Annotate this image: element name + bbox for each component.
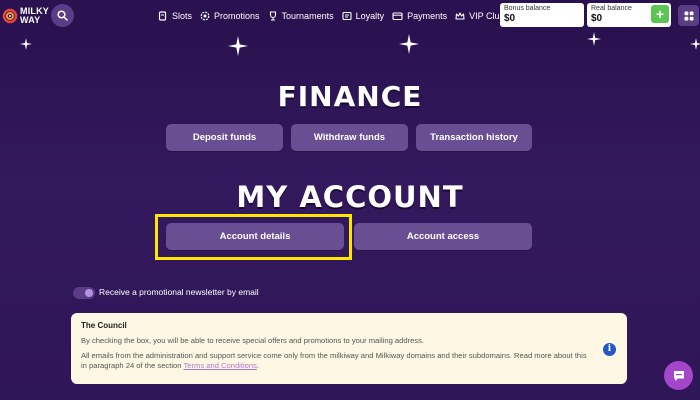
terms-link[interactable]: Terms and Conditions (183, 361, 256, 370)
notice-paragraph-2-text: All emails from the administration and s… (81, 350, 587, 371)
chat-button[interactable] (664, 361, 693, 390)
crown-icon (455, 12, 465, 20)
logo-line-2: WAY (20, 15, 41, 25)
notice-trailing: . (256, 361, 260, 370)
star-icon (228, 36, 248, 56)
main-nav: Slots Promotions Tournaments Loyalty Pay… (158, 0, 513, 32)
bonus-balance-label: Bonus balance (504, 5, 551, 12)
star-icon (690, 38, 700, 50)
star-icon (399, 34, 419, 54)
nav-slots-label: Slots (172, 11, 193, 21)
nav-tournaments-label: Tournaments (281, 11, 334, 21)
nav-payments-label: Payments (407, 11, 448, 21)
council-notice: The Council By checking the box, you wil… (71, 313, 627, 384)
notice-title: The Council (81, 321, 127, 330)
menu-grid-button[interactable] (678, 5, 699, 26)
nav-slots[interactable]: Slots (158, 11, 192, 21)
grid-icon (684, 11, 693, 20)
nav-promotions-label: Promotions (214, 11, 260, 21)
star-icon (587, 32, 601, 46)
add-funds-button[interactable]: + (651, 5, 669, 23)
nav-payments[interactable]: Payments (392, 11, 447, 21)
milky-way-logo[interactable]: MILKY WAY (2, 3, 50, 29)
notice-paragraph-1: By checking the box, you will be able to… (81, 336, 425, 345)
toggle-knob (85, 289, 93, 297)
loyalty-card-icon (342, 11, 352, 21)
my-account-title: MY ACCOUNT (236, 180, 464, 214)
newsletter-toggle[interactable] (73, 287, 95, 299)
deposit-funds-button[interactable]: Deposit funds (166, 124, 283, 151)
star-icon (20, 38, 32, 50)
withdraw-funds-button[interactable]: Withdraw funds (291, 124, 408, 151)
account-access-button[interactable]: Account access (354, 223, 532, 250)
bonus-balance-value: $0 (504, 13, 516, 24)
gear-badge-icon (200, 11, 210, 21)
nav-tournaments[interactable]: Tournaments (268, 11, 334, 21)
chat-bubble-icon (673, 370, 684, 381)
nav-loyalty-label: Loyalty (355, 11, 385, 21)
search-button[interactable] (51, 4, 74, 27)
trophy-icon (269, 11, 276, 21)
slot-machine-icon (158, 11, 167, 21)
nav-vip-club[interactable]: VIP Club (455, 11, 505, 21)
transaction-history-button[interactable]: Transaction history (416, 124, 532, 151)
search-icon (57, 10, 68, 21)
focus-highlight-frame (155, 214, 352, 260)
newsletter-label: Receive a promotional newsletter by emai… (99, 287, 259, 297)
wallet-icon (392, 12, 403, 21)
nav-promotions[interactable]: Promotions (200, 11, 260, 21)
logo-text: MILKY WAY (20, 7, 49, 25)
top-header: MILKY WAY Slots Promotions Tournaments L… (0, 0, 700, 32)
finance-title: FINANCE (277, 80, 423, 113)
notice-paragraph-2: All emails from the administration and s… (81, 351, 591, 372)
bonus-balance-box[interactable]: Bonus balance $0 (500, 3, 584, 27)
logo-swirl-icon (2, 8, 18, 24)
nav-loyalty[interactable]: Loyalty (342, 11, 385, 21)
info-icon[interactable]: i (603, 343, 616, 356)
